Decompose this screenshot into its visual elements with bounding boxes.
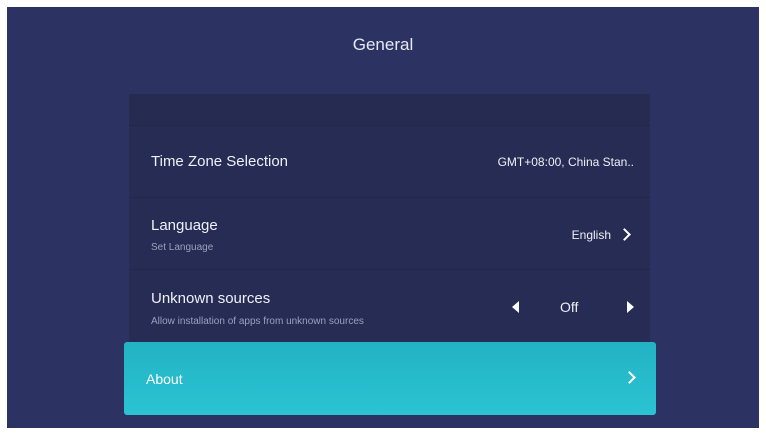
- settings-screen: General Time Zone Selection GMT+08:00, C…: [7, 7, 759, 428]
- chevron-right-icon: [618, 228, 631, 241]
- time-zone-value: GMT+08:00, China Stan..: [497, 155, 634, 169]
- setting-row-time-zone[interactable]: Time Zone Selection GMT+08:00, China Sta…: [129, 125, 650, 197]
- time-zone-label: Time Zone Selection: [151, 153, 289, 170]
- setting-row-unknown-sources[interactable]: Unknown sources Allow installation of ap…: [129, 269, 650, 342]
- unknown-sources-label: Unknown sources: [151, 290, 271, 307]
- page-title: General: [352, 35, 414, 54]
- language-value: English: [571, 228, 611, 242]
- unknown-sources-value: Off: [560, 299, 579, 315]
- setting-row-about[interactable]: About: [124, 342, 656, 415]
- language-label: Language: [151, 217, 218, 234]
- triangle-left-icon[interactable]: [512, 301, 519, 313]
- unknown-sources-subtitle: Allow installation of apps from unknown …: [151, 316, 364, 327]
- setting-row-language[interactable]: Language Set Language English: [129, 197, 650, 269]
- triangle-right-icon[interactable]: [627, 301, 634, 313]
- about-label: About: [146, 371, 183, 387]
- language-subtitle: Set Language: [151, 242, 214, 253]
- chevron-right-icon: [623, 371, 636, 384]
